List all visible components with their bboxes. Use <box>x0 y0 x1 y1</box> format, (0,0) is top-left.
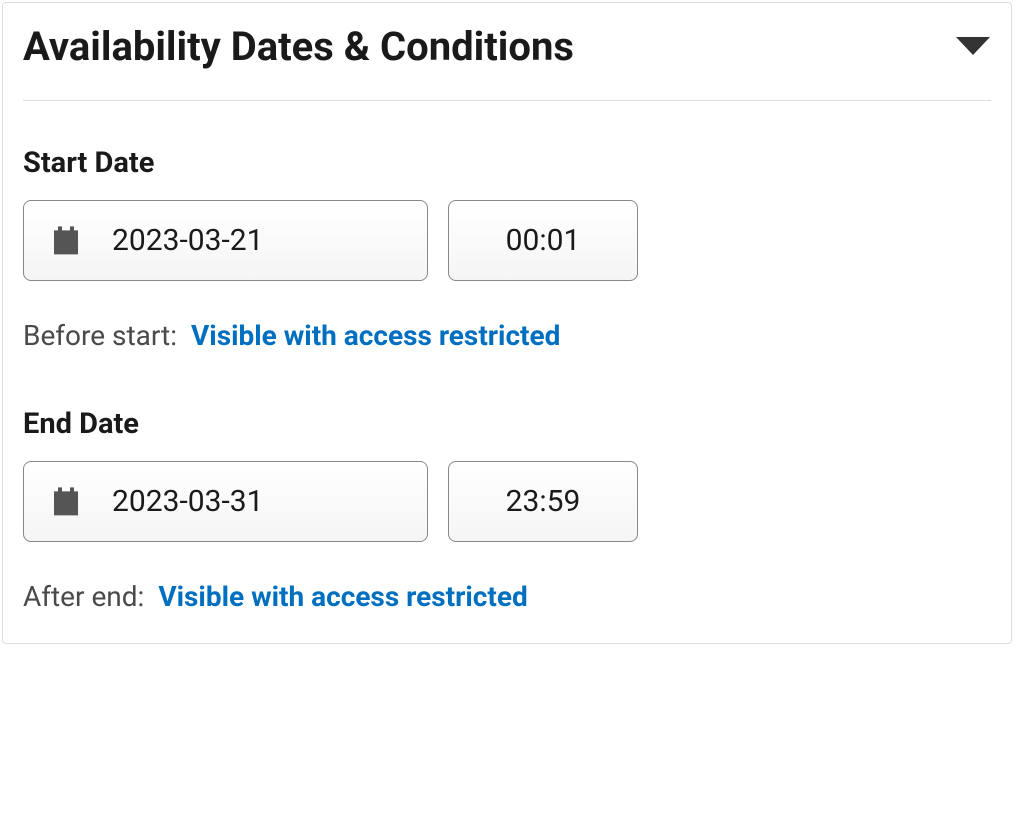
availability-panel: Availability Dates & Conditions Start Da… <box>2 2 1012 644</box>
start-date-input[interactable]: 2023-03-21 <box>23 200 428 281</box>
end-time-input[interactable]: 23:59 <box>448 461 638 542</box>
calendar-icon <box>50 225 82 257</box>
before-start-label: Before start: <box>23 319 177 352</box>
after-end-link[interactable]: Visible with access restricted <box>158 580 527 613</box>
calendar-icon <box>50 486 82 518</box>
start-time-value: 00:01 <box>506 223 581 258</box>
collapse-toggle[interactable] <box>955 30 991 64</box>
end-date-value: 2023-03-31 <box>112 484 263 519</box>
start-date-group: Start Date 2023-03-21 00:01 Before start… <box>23 146 991 352</box>
before-start-row: Before start: Visible with access restri… <box>23 319 991 352</box>
start-input-row: 2023-03-21 00:01 <box>23 200 991 281</box>
end-time-value: 23:59 <box>506 484 581 519</box>
panel-title: Availability Dates & Conditions <box>23 23 574 70</box>
start-time-input[interactable]: 00:01 <box>448 200 638 281</box>
end-date-label: End Date <box>23 407 991 441</box>
after-end-row: After end: Visible with access restricte… <box>23 580 991 613</box>
end-input-row: 2023-03-31 23:59 <box>23 461 991 542</box>
chevron-down-icon <box>956 37 990 57</box>
start-date-label: Start Date <box>23 146 991 180</box>
before-start-link[interactable]: Visible with access restricted <box>191 319 560 352</box>
end-date-input[interactable]: 2023-03-31 <box>23 461 428 542</box>
after-end-label: After end: <box>23 580 144 613</box>
end-date-group: End Date 2023-03-31 23:59 After end: Vis… <box>23 407 991 613</box>
start-date-value: 2023-03-21 <box>112 223 263 258</box>
panel-header: Availability Dates & Conditions <box>23 23 991 101</box>
